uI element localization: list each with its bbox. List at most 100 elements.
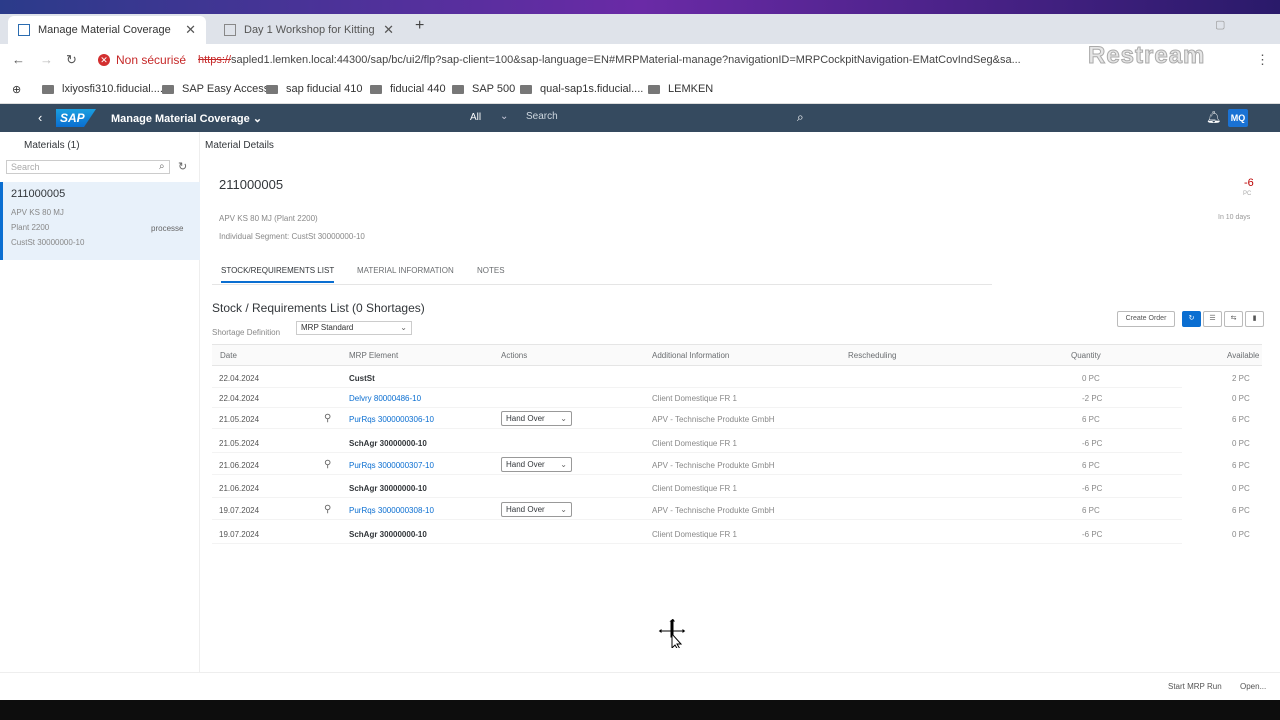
search-icon[interactable]: ⌕ [159, 161, 165, 172]
mrp-element[interactable]: PurRqs 3000000308-10 [349, 506, 434, 515]
col-additional-info[interactable]: Additional Information [652, 351, 729, 360]
tab-title: Manage Material Coverage [38, 24, 171, 36]
apps-icon[interactable]: ⊕ [12, 83, 21, 96]
url-text: sapled1.lemken.local:44300/sap/bc/ui2/fl… [231, 54, 1021, 66]
material-subtitle: APV KS 80 MJ (Plant 2200) [219, 214, 318, 223]
table-row[interactable]: 19.07.2024 ⚲ PurRqs 3000000308-10 Hand Over… [212, 500, 1250, 520]
list-item[interactable]: 211000005 APV KS 80 MJ Plant 2200 CustSt… [0, 182, 200, 260]
bookmark-item[interactable]: SAP 500 [452, 83, 515, 95]
folder-icon [266, 84, 278, 94]
hand-over-select[interactable]: Hand Over ⌄ [501, 457, 572, 472]
bookmark-item[interactable]: fiducial 440 [370, 83, 446, 95]
chart-view-icon[interactable]: ▮ [1245, 311, 1264, 327]
table-row[interactable]: 19.07.2024 SchAgr 30000000-10 Client Domes… [212, 524, 1250, 544]
bookmark-label: SAP 500 [472, 83, 516, 95]
col-rescheduling[interactable]: Rescheduling [848, 351, 896, 360]
detail-header-label: Material Details [205, 140, 274, 151]
url-scheme: https:// [198, 54, 232, 66]
tab-title: Day 1 Workshop for Kitting [244, 24, 375, 36]
close-icon[interactable]: ✕ [383, 22, 394, 38]
table-row[interactable]: 22.04.2024 Delvry 80000486-10 Client Domes… [212, 388, 1250, 408]
tab-stock-requirements[interactable]: STOCK/REQUIREMENTS LIST [221, 266, 335, 283]
available: 6 PC [1232, 461, 1250, 470]
search-scope-select[interactable]: All [470, 112, 481, 123]
create-order-button[interactable]: Create Order [1117, 311, 1175, 327]
folder-icon [42, 84, 54, 94]
settings-view-icon[interactable]: ⇆ [1224, 311, 1243, 327]
search-icon[interactable]: ⌕ [797, 110, 804, 125]
action-label: Hand Over [506, 414, 545, 423]
close-icon[interactable]: ✕ [185, 22, 196, 38]
forward-arrow-icon[interactable]: → [40, 52, 53, 67]
material-desc: APV KS 80 MJ [11, 208, 64, 217]
row-date: 22.04.2024 [219, 374, 260, 383]
person-icon: ⚲ [324, 413, 332, 424]
shell-search-input[interactable]: Search [518, 108, 814, 126]
mrp-element: SchAgr 30000000-10 [349, 484, 427, 493]
url-field[interactable]: https://sapled1.lemken.local:44300/sap/b… [198, 54, 1078, 66]
start-mrp-run-button[interactable]: Start MRP Run [1168, 682, 1222, 691]
quantity: -6 PC [1082, 484, 1103, 493]
page-content: Materials (1) Search ⌕ ↻ 211000005 APV K… [0, 132, 1280, 700]
mrp-element[interactable]: Delvry 80000486-10 [349, 394, 421, 403]
row-date: 22.04.2024 [219, 394, 260, 403]
chevron-down-icon: ⌄ [560, 460, 567, 469]
browser-menu-icon[interactable]: ⋮ [1256, 52, 1269, 68]
back-chevron-icon[interactable]: ‹ [38, 110, 42, 125]
hand-over-select[interactable]: Hand Over ⌄ [501, 411, 572, 426]
bookmark-item[interactable]: LEMKEN [648, 83, 713, 95]
table-row[interactable]: 22.04.2024 CustSt 0 PC 2 PC [212, 368, 1250, 388]
list-view-icon[interactable]: ☰ [1203, 311, 1222, 327]
table-row[interactable]: 21.05.2024 SchAgr 30000000-10 Client Domes… [212, 433, 1250, 453]
table-row[interactable]: 21.05.2024 ⚲ PurRqs 3000000306-10 Hand Over… [212, 409, 1250, 429]
mrp-element[interactable]: PurRqs 3000000306-10 [349, 415, 434, 424]
col-actions[interactable]: Actions [501, 351, 527, 360]
restream-watermark: Restream [1087, 42, 1206, 70]
hand-over-select[interactable]: Hand Over ⌄ [501, 502, 572, 517]
reload-icon[interactable]: ↻ [66, 52, 77, 68]
refresh-view-icon[interactable]: ↻ [1182, 311, 1201, 327]
quantity: -6 PC [1082, 530, 1103, 539]
bell-icon[interactable]: 🔔︎ [1206, 110, 1221, 124]
bookmark-label: SAP Easy Access [182, 83, 270, 95]
mrp-element: SchAgr 30000000-10 [349, 439, 427, 448]
tab-notes[interactable]: NOTES [477, 266, 505, 281]
security-indicator[interactable]: ✕ Non sécurisé [98, 53, 186, 67]
tabs-divider [212, 284, 992, 285]
avatar[interactable]: MQ [1228, 109, 1248, 127]
bookmark-item[interactable]: qual-sap1s.fiducial.... [520, 83, 643, 95]
action-label: Hand Over [506, 505, 545, 514]
refresh-icon[interactable]: ↻ [178, 160, 187, 173]
col-quantity[interactable]: Quantity [1071, 351, 1101, 360]
folder-icon [520, 84, 532, 94]
mrp-element: SchAgr 30000000-10 [349, 530, 427, 539]
table-row[interactable]: 21.06.2024 ⚲ PurRqs 3000000307-10 Hand Over… [212, 455, 1250, 475]
shortage-definition-select[interactable]: MRP Standard ⌄ [296, 321, 412, 335]
security-label: Non sécurisé [116, 53, 187, 67]
new-tab-icon[interactable]: + [415, 17, 424, 35]
open-button[interactable]: Open... [1240, 682, 1266, 691]
table-row[interactable]: 21.06.2024 SchAgr 30000000-10 Client Domes… [212, 478, 1250, 498]
chevron-down-icon: ⌄ [560, 414, 567, 423]
tab-material-information[interactable]: MATERIAL INFORMATION [357, 266, 454, 281]
master-search-input[interactable]: Search [6, 160, 170, 174]
browser-tab-active[interactable]: Manage Material Coverage ✕ [8, 16, 206, 44]
bookmark-item[interactable]: sap fiducial 410 [266, 83, 362, 95]
app-title-menu[interactable]: Manage Material Coverage ⌄ [111, 112, 262, 125]
filter-value: MRP Standard [301, 323, 354, 332]
col-date[interactable]: Date [220, 351, 237, 360]
mrp-element[interactable]: PurRqs 3000000307-10 [349, 461, 434, 470]
col-available[interactable]: Available [1227, 351, 1259, 360]
doc-tab-icon [224, 24, 236, 36]
material-segment: CustSt 30000000-10 [11, 238, 85, 247]
bookmark-item[interactable]: lxiyosfi310.fiducial.... [42, 83, 163, 95]
chevron-down-icon[interactable]: ⌄ [500, 111, 508, 122]
back-arrow-icon[interactable]: ← [12, 52, 25, 67]
move-cursor-icon [657, 617, 687, 648]
sap-tab-icon [18, 24, 30, 36]
browser-tab-inactive[interactable]: Day 1 Workshop for Kitting ✕ [214, 16, 404, 44]
bookmark-item[interactable]: SAP Easy Access [162, 83, 269, 95]
app-title: Manage Material Coverage [111, 113, 250, 125]
col-mrp-element[interactable]: MRP Element [349, 351, 398, 360]
maximize-icon[interactable]: ▢ [1215, 18, 1225, 31]
